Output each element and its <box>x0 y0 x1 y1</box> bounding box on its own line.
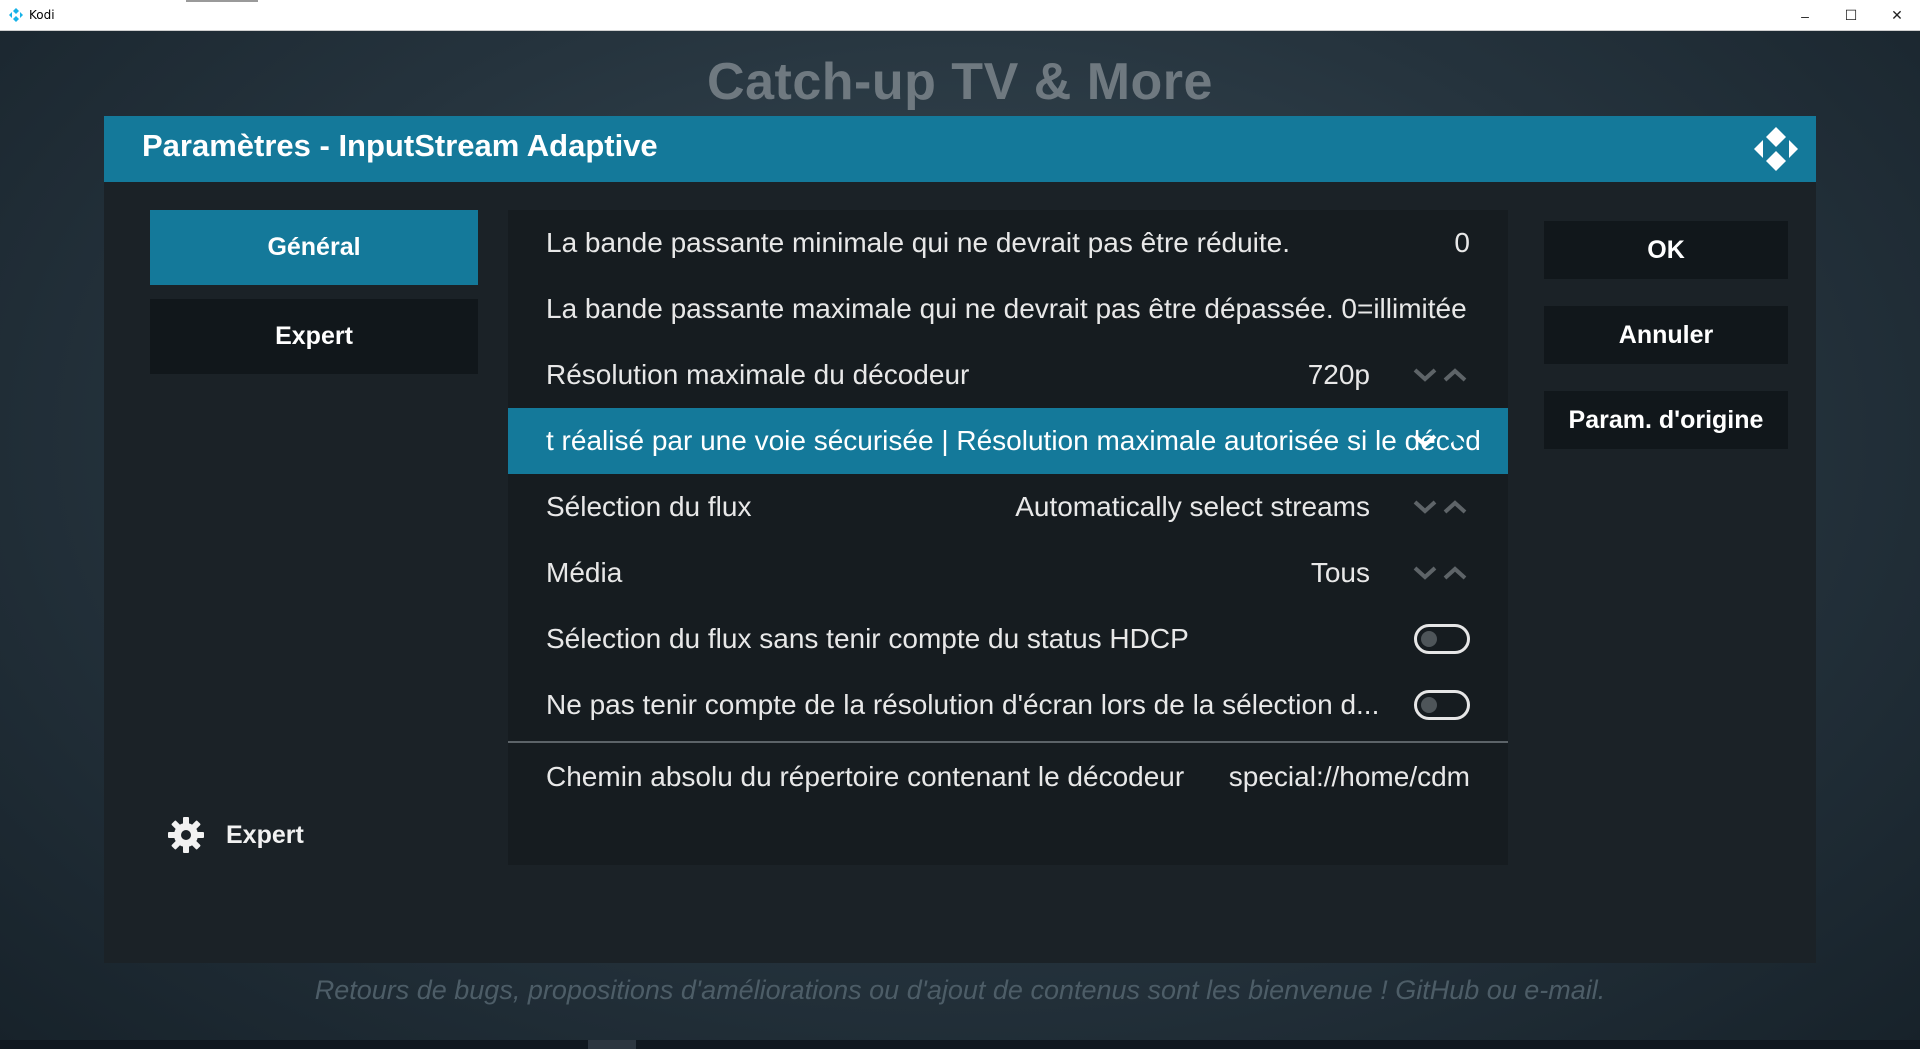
dialog-header: Paramètres - InputStream Adaptive <box>104 116 1816 182</box>
gear-icon <box>168 817 204 853</box>
maximize-button[interactable]: ☐ <box>1828 0 1874 31</box>
setting-value: 720p <box>1307 359 1370 390</box>
taskbar-active-app[interactable] <box>588 1040 636 1049</box>
dialog-title: Paramètres - InputStream Adaptive <box>142 128 658 163</box>
setting-media[interactable]: Média Tous <box>508 540 1508 606</box>
kodi-app-icon <box>9 8 23 22</box>
kodi-logo-icon <box>1752 125 1800 173</box>
window-titlebar: Kodi – ☐ ✕ <box>0 0 1920 31</box>
toggle-switch[interactable] <box>1414 690 1470 720</box>
ok-button[interactable]: OK <box>1544 221 1788 279</box>
close-window-button[interactable]: ✕ <box>1874 0 1920 31</box>
setting-max-secure-resolution[interactable]: t réalisé par une voie sécurisée | Résol… <box>508 408 1508 474</box>
setting-max-resolution[interactable]: Résolution maximale du décodeur 720p <box>508 342 1508 408</box>
setting-value: Automatically select streams <box>1015 491 1370 522</box>
setting-decrypter-path[interactable]: Chemin absolu du répertoire contenant le… <box>508 744 1508 810</box>
setting-stream-selection[interactable]: Sélection du flux Automatically select s… <box>508 474 1508 540</box>
titlebar-indicator <box>186 0 258 2</box>
setting-value: special://home/cdm <box>1228 761 1470 792</box>
chevron-down-icon[interactable] <box>1410 499 1440 515</box>
chevron-up-icon[interactable] <box>1440 499 1470 515</box>
minimize-button[interactable]: – <box>1782 0 1828 31</box>
settings-level-button[interactable]: Expert <box>166 810 304 860</box>
reset-defaults-button[interactable]: Param. d'origine <box>1544 391 1788 449</box>
addon-footer-message: Retours de bugs, propositions d'améliora… <box>314 975 1606 1005</box>
settings-list: La bande passante minimale qui ne devrai… <box>508 210 1508 865</box>
setting-ignore-hdcp[interactable]: Sélection du flux sans tenir compte du s… <box>508 606 1508 672</box>
setting-value: Tous <box>1310 557 1370 588</box>
chevron-down-icon[interactable] <box>1410 565 1440 581</box>
toggle-switch[interactable] <box>1414 624 1470 654</box>
chevron-down-icon[interactable] <box>1410 367 1440 383</box>
chevron-up-icon[interactable] <box>1440 565 1470 581</box>
settings-dialog: Paramètres - InputStream Adaptive Généra… <box>104 116 1816 963</box>
chevron-up-icon[interactable] <box>1440 367 1470 383</box>
setting-min-bandwidth[interactable]: La bande passante minimale qui ne devrai… <box>508 210 1508 276</box>
setting-value: 0 <box>1454 227 1470 258</box>
setting-max-bandwidth[interactable]: La bande passante maximale qui ne devrai… <box>508 276 1508 342</box>
list-separator <box>508 741 1508 743</box>
setting-ignore-screen-resolution[interactable]: Ne pas tenir compte de la résolution d'é… <box>508 672 1508 738</box>
chevron-down-icon[interactable] <box>1410 433 1440 449</box>
chevron-up-icon[interactable] <box>1440 433 1470 449</box>
cancel-button[interactable]: Annuler <box>1544 306 1788 364</box>
category-expert[interactable]: Expert <box>150 299 478 374</box>
addon-title: Catch-up TV & More <box>707 53 1213 111</box>
category-general[interactable]: Général <box>150 210 478 285</box>
taskbar <box>0 1040 1920 1049</box>
window-title: Kodi <box>29 8 55 22</box>
settings-level-label: Expert <box>226 820 304 849</box>
